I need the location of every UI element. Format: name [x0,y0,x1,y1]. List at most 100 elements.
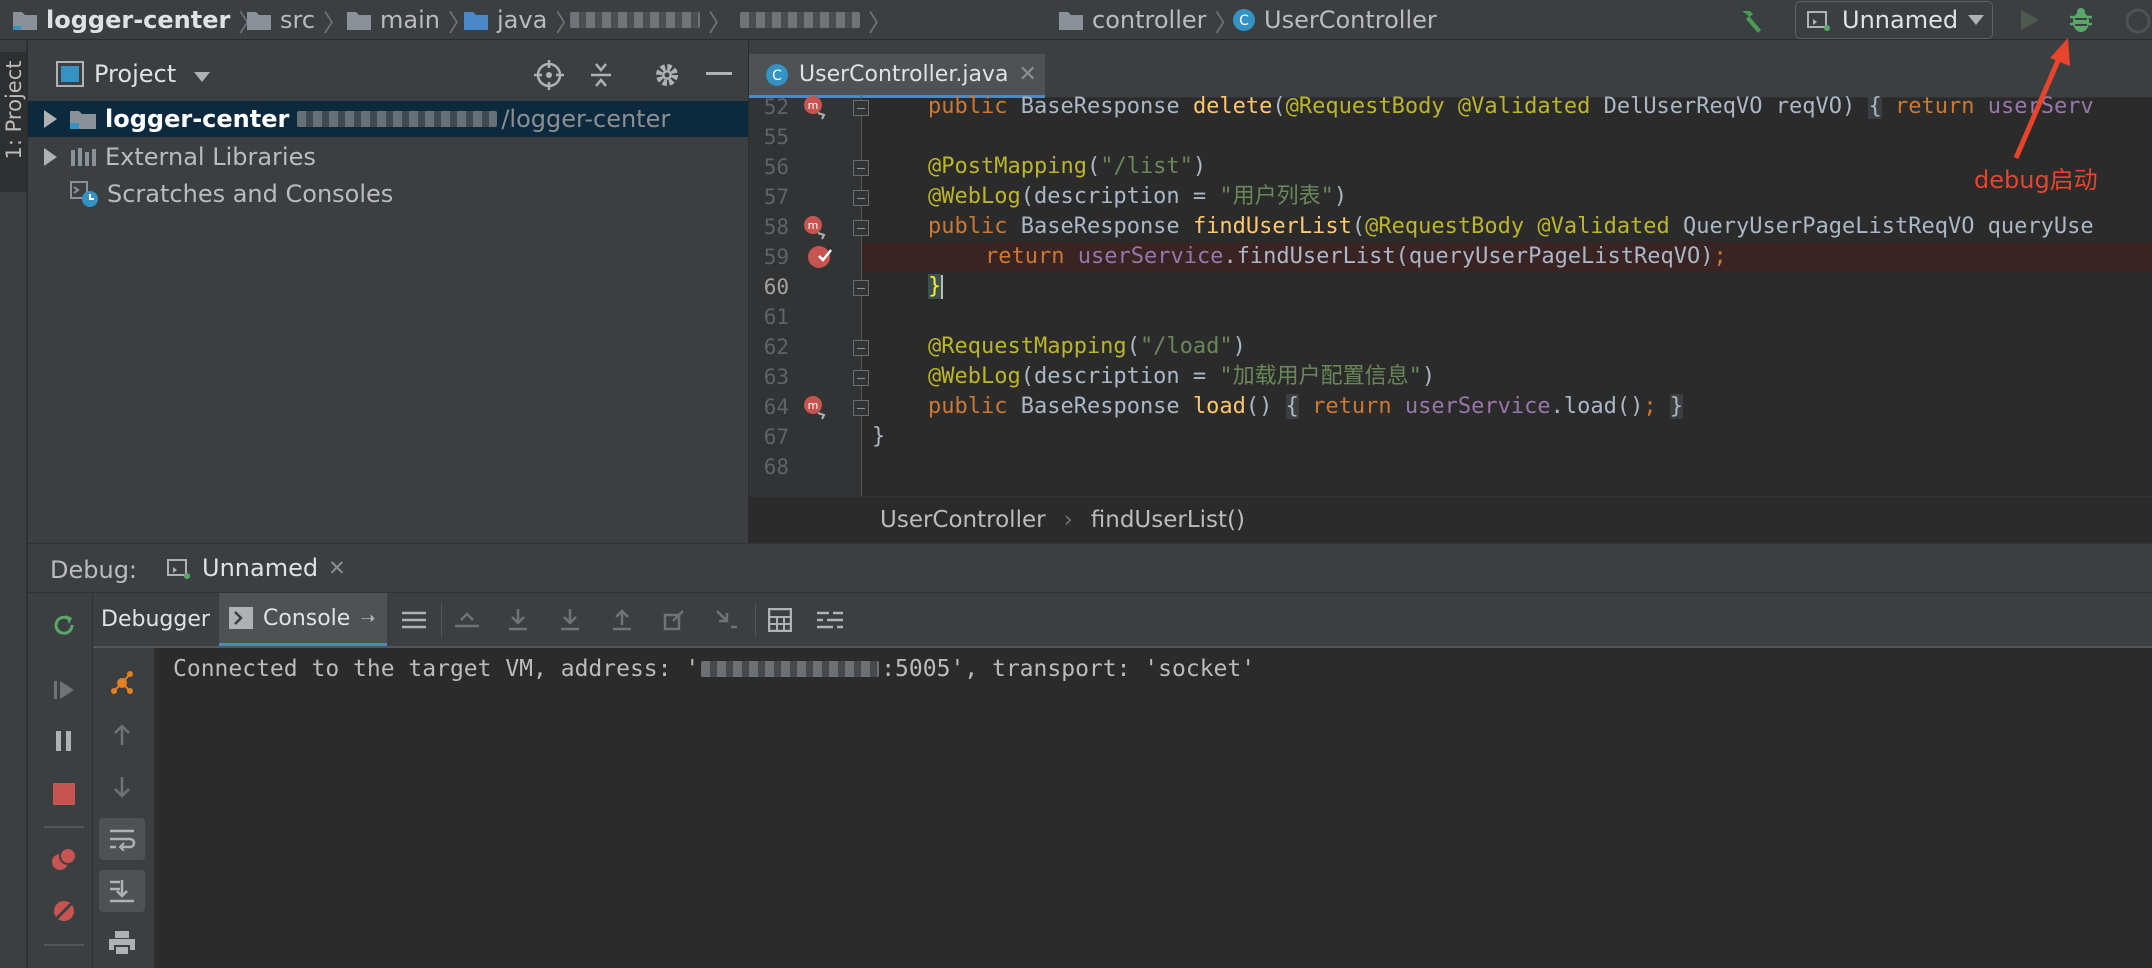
class-icon: C [1232,8,1256,32]
rerun-icon[interactable] [49,610,79,640]
fold-marker-icon[interactable] [853,370,869,386]
breadcrumb-separator: 〉 [868,8,892,37]
close-icon[interactable]: ✕ [328,556,346,580]
code-line-59: return userService.findUserList(queryUse… [985,244,1727,269]
locate-icon[interactable] [534,60,564,90]
expand-arrow-icon[interactable] [44,110,57,128]
fold-marker-icon[interactable] [853,100,869,116]
project-panel-header: Project [28,40,748,110]
stop-icon[interactable] [49,779,79,809]
minimize-icon[interactable] [706,72,732,78]
project-view-icon [56,61,84,87]
fold-marker-icon[interactable] [853,160,869,176]
run-to-cursor-icon[interactable] [711,605,741,635]
resume-icon[interactable] [49,675,79,705]
breadcrumb-usercontroller[interactable]: C UserController [1232,0,1437,40]
redacted-path [297,111,498,127]
tab-debugger[interactable]: Debugger [93,593,218,646]
tab-label: UserController.java [799,62,1009,87]
step-into-icon[interactable] [555,605,585,635]
pin-tab-icon[interactable]: ➝ [360,608,375,629]
line-number: 55 [763,125,789,149]
mute-breakpoints-icon[interactable] [49,896,79,926]
editor-breadcrumb: UserController › findUserList() [749,496,2152,542]
collapse-all-icon[interactable] [588,62,614,88]
navigation-bar: logger-center 〉 src 〉 main 〉 java 〉 〉 〉 … [0,0,2152,40]
down-arrow-icon[interactable] [107,772,137,802]
code-line-62: @RequestMapping("/load") [928,334,1246,359]
session-label: Unnamed [202,554,319,582]
folder-icon [346,9,372,31]
breadcrumb-main[interactable]: main 〉 [346,0,472,40]
fold-marker-icon[interactable] [853,220,869,236]
tree-item-external-libraries[interactable]: External Libraries [28,139,748,175]
step-out-icon[interactable] [607,605,637,635]
debug-label: Debug: [50,556,138,584]
breadcrumb-controller[interactable]: controller 〉 [1058,0,1239,40]
implementing-method-icon[interactable]: m [802,394,828,420]
svg-text:m: m [808,219,819,232]
debug-toolbar: Debugger Console ➝ [93,593,2152,648]
breadcrumb-separator: 〉 [708,8,732,37]
debug-header: Debug: Unnamed ✕ [28,543,2152,593]
divider [441,603,442,637]
soft-wrap-icon[interactable] [99,818,145,860]
show-execution-point-icon[interactable] [452,605,482,635]
close-icon[interactable]: ✕ [1018,62,1036,87]
gear-icon[interactable] [652,60,682,90]
debug-session-tab[interactable]: Unnamed ✕ [166,544,346,592]
module-folder-icon [12,9,38,31]
line-number: 57 [763,185,789,209]
evaluate-expression-icon[interactable] [765,605,795,635]
breakpoint-icon[interactable] [806,243,834,271]
tab-console[interactable]: Console ➝ [219,593,387,646]
drop-frame-icon[interactable] [659,605,689,635]
print-icon[interactable] [107,928,137,958]
debug-bug-icon[interactable] [2066,5,2096,35]
threads-icon[interactable] [107,668,137,698]
divider [755,603,756,637]
pause-icon[interactable] [49,726,79,756]
fold-marker-icon[interactable] [853,340,869,356]
run-icon[interactable] [2019,8,2041,32]
tree-item-logger-center[interactable]: logger-center /logger-center [28,101,748,137]
view-breakpoints-icon[interactable] [49,845,79,875]
project-view-title[interactable]: Project [94,60,176,88]
breadcrumb-redacted-packages: 〉 〉 [570,0,892,40]
breadcrumb-java[interactable]: java 〉 [463,0,579,40]
run-config-icon [1806,8,1832,32]
svg-text:C: C [1239,13,1249,29]
build-hammer-icon[interactable] [1736,5,1766,35]
tree-item-label: logger-center [105,105,290,133]
threads-list-icon[interactable] [399,605,429,635]
breadcrumb-src[interactable]: src 〉 [246,0,347,40]
fold-marker-icon[interactable] [853,280,869,296]
tree-item-scratches[interactable]: Scratches and Consoles [28,176,748,212]
breadcrumb-project[interactable]: logger-center 〉 [12,0,262,40]
breadcrumb-label: UserController [1264,6,1437,34]
breadcrumb-method[interactable]: findUserList() [1091,507,1245,533]
implementing-method-icon[interactable]: m [802,214,828,240]
breadcrumb-class[interactable]: UserController [880,507,1046,533]
console-output[interactable]: Connected to the target VM, address: ' :… [155,648,2152,968]
expand-arrow-icon[interactable] [44,148,57,166]
trace-stream-icon[interactable] [815,605,845,635]
implementing-method-icon[interactable]: m [802,94,828,120]
line-number-current: 60 [763,275,789,299]
chevron-down-icon[interactable] [194,72,210,82]
source-folder-icon [463,9,489,31]
redacted-text [740,12,860,28]
line-number: 68 [763,455,789,479]
run-configuration-select[interactable]: Unnamed [1795,1,1993,39]
tree-item-path: /logger-center [501,105,671,133]
breadcrumb-label: main [380,6,440,34]
line-number: 62 [763,335,789,359]
step-over-icon[interactable] [503,605,533,635]
fold-marker-icon[interactable] [853,190,869,206]
divider [44,826,84,828]
fold-marker-icon[interactable] [853,400,869,416]
svg-text:m: m [808,99,819,112]
profiler-icon[interactable] [2124,7,2152,35]
up-arrow-icon[interactable] [107,720,137,750]
scroll-to-end-icon[interactable] [99,870,145,912]
